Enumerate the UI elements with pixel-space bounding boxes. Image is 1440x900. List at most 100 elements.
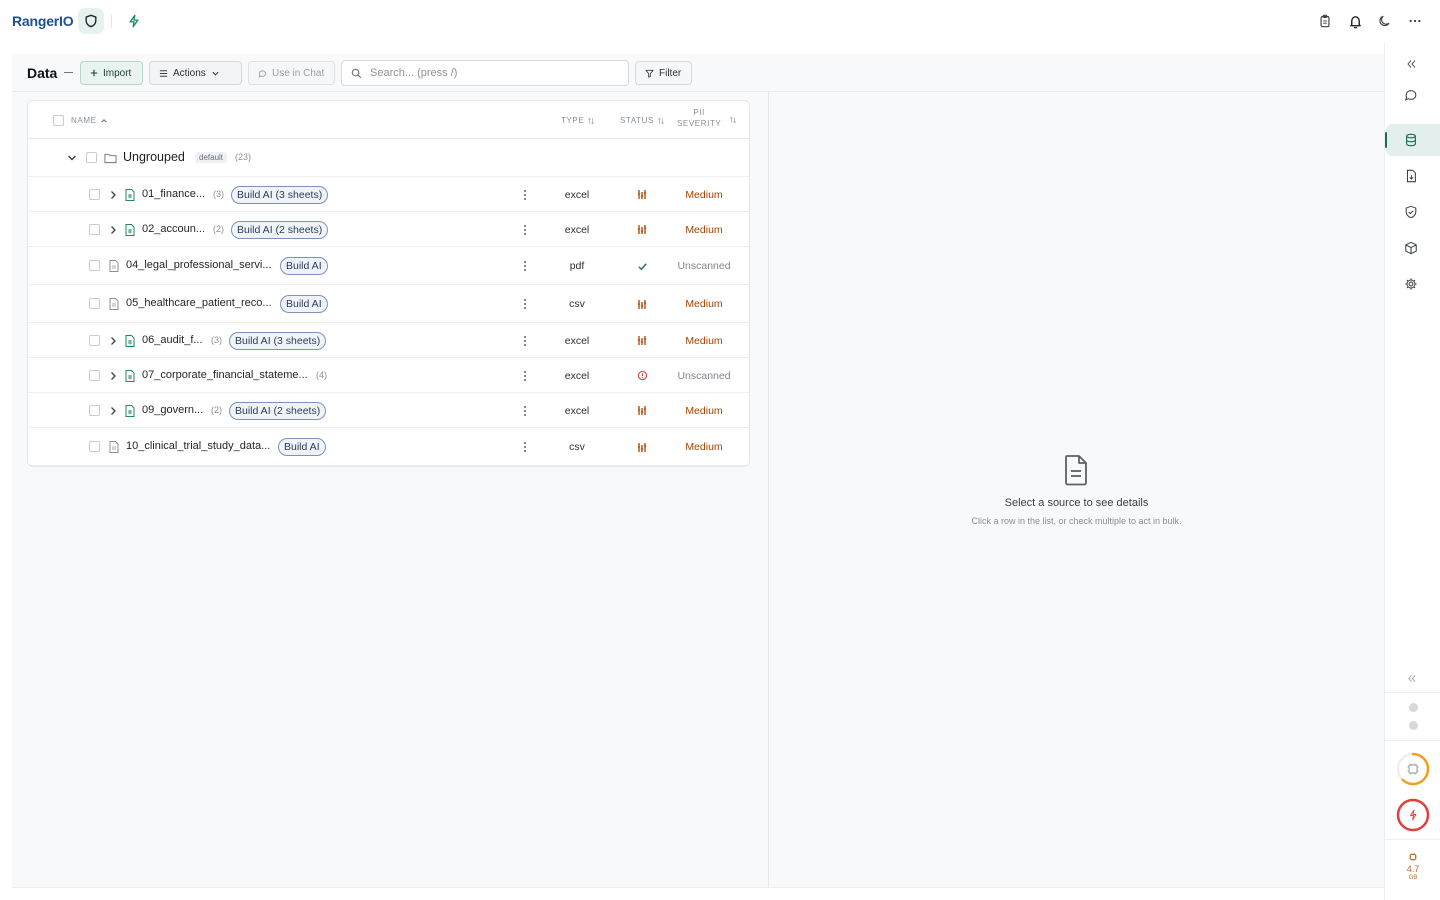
spreadsheet-file-icon — [125, 334, 135, 347]
source-name: 10_clinical_trial_study_data... — [126, 440, 271, 452]
chevron-right-icon[interactable] — [108, 371, 118, 381]
database-icon[interactable] — [1403, 132, 1419, 148]
bolt-icon[interactable] — [121, 8, 147, 34]
check-icon — [635, 259, 649, 273]
details-empty-title: Select a source to see details — [1004, 497, 1149, 509]
source-name: 01_finance... — [142, 187, 205, 200]
build-ai-button[interactable]: Build AI (3 sheets) — [229, 331, 327, 350]
clipboard-icon[interactable] — [1314, 10, 1336, 32]
document-file-icon — [109, 441, 119, 453]
search-box[interactable] — [341, 60, 629, 86]
plus-icon — [90, 69, 98, 77]
chevron-right-icon[interactable] — [108, 406, 118, 416]
row-checkbox[interactable] — [89, 334, 100, 346]
filter-button[interactable]: Filter — [635, 61, 692, 85]
row-menu-icon[interactable] — [522, 335, 528, 347]
table-row[interactable]: 01_finance... (3) Build AI (3 sheets) excel… — [28, 177, 749, 212]
actions-button[interactable]: Actions — [149, 61, 242, 85]
table-row[interactable]: 07_corporate_financial_stateme... (4) exce… — [28, 358, 749, 393]
rail-separator — [1385, 692, 1440, 693]
scanning-bars-icon — [635, 440, 649, 454]
column-status-header[interactable]: STATUS — [620, 116, 665, 125]
source-name: 02_accoun... — [142, 222, 205, 235]
sheet-count: (3) — [213, 188, 224, 199]
collapse-dash-icon[interactable] — [64, 72, 73, 73]
row-checkbox[interactable] — [89, 441, 100, 452]
row-menu-icon[interactable] — [522, 224, 528, 236]
sort-icon[interactable] — [729, 116, 737, 124]
shield-check-icon[interactable] — [1403, 204, 1419, 220]
column-pii-header[interactable]: PII SEVERITY — [677, 108, 721, 128]
gear-icon[interactable] — [1403, 276, 1419, 292]
table-row[interactable]: 10_clinical_trial_study_data... Build AI c… — [28, 428, 749, 466]
chevron-right-icon[interactable] — [108, 190, 118, 200]
build-ai-button[interactable]: Build AI — [280, 295, 328, 313]
search-input[interactable] — [370, 67, 610, 79]
spreadsheet-file-icon — [125, 369, 135, 382]
pii-severity: Medium — [685, 223, 723, 236]
row-menu-icon[interactable] — [522, 260, 528, 272]
build-ai-button[interactable]: Build AI — [280, 257, 328, 275]
scanning-bars-icon — [635, 223, 649, 237]
column-status-label: STATUS — [620, 116, 654, 125]
pii-severity: Medium — [685, 441, 723, 453]
group-default-badge: default — [195, 152, 228, 163]
select-all-checkbox[interactable] — [53, 115, 64, 126]
row-menu-icon[interactable] — [522, 441, 528, 453]
source-type: csv — [569, 441, 585, 453]
group-checkbox[interactable] — [86, 152, 97, 163]
import-button[interactable]: Import — [80, 61, 143, 85]
build-ai-button[interactable]: Build AI (3 sheets) — [231, 185, 329, 204]
moon-icon[interactable] — [1374, 10, 1396, 32]
use-in-chat-button[interactable]: Use in Chat — [248, 61, 335, 85]
use-in-chat-label: Use in Chat — [272, 67, 325, 79]
more-icon[interactable] — [1404, 10, 1426, 32]
table-row[interactable]: 06_audit_f... (3) Build AI (3 sheets) excel… — [28, 323, 749, 358]
brand-logo[interactable]: RangerIO — [12, 13, 74, 29]
row-menu-icon[interactable] — [522, 189, 528, 201]
row-menu-icon[interactable] — [522, 298, 528, 310]
sort-asc-icon — [100, 118, 107, 123]
pii-severity: Medium — [685, 334, 723, 347]
chevron-down-icon[interactable] — [66, 152, 78, 164]
right-rail: 4.7 GB — [1384, 42, 1440, 900]
cpu-usage-ring[interactable] — [1396, 752, 1430, 786]
shield-icon[interactable] — [78, 8, 104, 34]
build-ai-button[interactable]: Build AI (2 sheets) — [229, 401, 327, 420]
expand-double-chevron-icon[interactable] — [1403, 670, 1419, 686]
top-divider — [111, 14, 112, 28]
row-menu-icon[interactable] — [522, 370, 528, 382]
group-row-ungrouped[interactable]: Ungrouped default (23) — [28, 139, 749, 177]
row-checkbox[interactable] — [89, 223, 100, 235]
table-row[interactable]: 09_govern... (2) Build AI (2 sheets) excel M… — [28, 393, 749, 428]
table-row[interactable]: 04_legal_professional_servi... Build AI pd… — [28, 247, 749, 285]
chevron-right-icon[interactable] — [108, 336, 118, 346]
import-button-label: Import — [103, 67, 132, 79]
chat-icon[interactable] — [1403, 87, 1419, 103]
row-checkbox[interactable] — [89, 260, 100, 271]
row-menu-icon[interactable] — [522, 405, 528, 417]
table-row[interactable]: 05_healthcare_patient_reco... Build AI csv… — [28, 285, 749, 323]
alert-ring[interactable] — [1396, 798, 1430, 832]
cube-icon[interactable] — [1403, 240, 1419, 256]
source-type: excel — [564, 188, 590, 201]
row-checkbox[interactable] — [89, 404, 100, 416]
group-name: Ungrouped — [123, 150, 185, 164]
sort-icon — [588, 117, 595, 124]
row-checkbox[interactable] — [89, 369, 100, 381]
build-ai-button[interactable]: Build AI (2 sheets) — [231, 220, 329, 239]
bell-icon[interactable] — [1344, 10, 1366, 32]
row-checkbox[interactable] — [89, 188, 100, 200]
column-name-header[interactable]: NAME — [71, 116, 108, 125]
chevron-right-icon[interactable] — [108, 225, 118, 235]
row-checkbox[interactable] — [89, 298, 100, 309]
scanning-bars-icon — [635, 297, 649, 311]
source-name: 07_corporate_financial_stateme... — [142, 368, 308, 381]
table-row[interactable]: 02_accoun... (2) Build AI (2 sheets) excel M… — [28, 212, 749, 247]
details-empty-subtitle: Click a row in the list, or check multip… — [971, 516, 1182, 526]
collapse-double-chevron-icon[interactable] — [1403, 56, 1419, 72]
build-ai-button[interactable]: Build AI — [278, 438, 326, 456]
pii-severity: Medium — [685, 188, 723, 201]
file-download-icon[interactable] — [1403, 168, 1419, 184]
column-type-header[interactable]: TYPE — [561, 116, 595, 125]
